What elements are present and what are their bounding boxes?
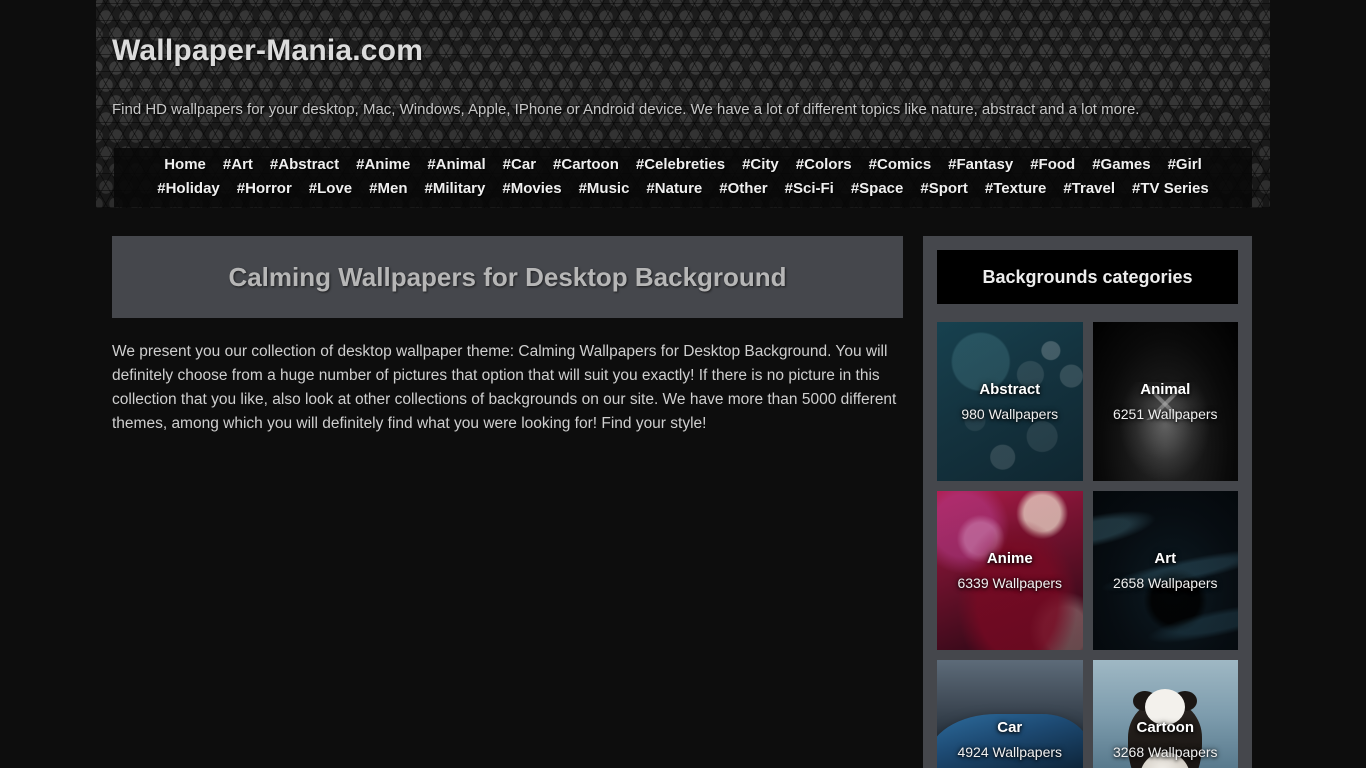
category-wallpaper-count: 2658 Wallpapers [1112,575,1218,591]
category-thumbnail-anime [937,491,1083,650]
nav-link-nature[interactable]: #Nature [646,177,702,201]
nav-link-sport[interactable]: #Sport [920,177,968,201]
category-card[interactable]: Animal 6251 Wallpapers [1092,322,1238,481]
category-name: Anime [986,550,1033,567]
nav-link-military[interactable]: #Military [425,177,486,201]
category-wallpaper-count: 980 Wallpapers [961,406,1059,422]
site-title[interactable]: Wallpaper-Mania.com [112,34,423,68]
nav-link-space[interactable]: #Space [851,177,904,201]
nav-link-horror[interactable]: #Horror [237,177,292,201]
category-thumbnail-abstract [937,322,1083,481]
nav-link-fantasy[interactable]: #Fantasy [948,153,1013,177]
nav-link-music[interactable]: #Music [579,177,630,201]
nav-link-colors[interactable]: #Colors [796,153,852,177]
nav-link-city[interactable]: #City [742,153,779,177]
sidebar-header: Backgrounds categories [937,250,1238,304]
nav-link-car[interactable]: #Car [503,153,536,177]
category-wallpaper-count: 3268 Wallpapers [1112,744,1218,760]
main-content: Calming Wallpapers for Desktop Backgroun… [112,236,903,436]
nav-link-games[interactable]: #Games [1092,153,1150,177]
nav-link-girl[interactable]: #Girl [1168,153,1202,177]
category-wallpaper-count: 6339 Wallpapers [957,575,1063,591]
nav-link-holiday[interactable]: #Holiday [157,177,220,201]
category-card[interactable]: Anime 6339 Wallpapers [937,491,1083,650]
category-name: Cartoon [1136,719,1195,736]
category-wallpaper-count: 6251 Wallpapers [1112,406,1218,422]
nav-link-home[interactable]: Home [164,153,206,177]
collection-description: We present you our collection of desktop… [112,343,897,432]
nav-link-love[interactable]: #Love [309,177,352,201]
nav-link-travel[interactable]: #Travel [1063,177,1115,201]
nav-link-abstract[interactable]: #Abstract [270,153,339,177]
category-name: Car [997,719,1023,736]
sidebar-categories-panel: Backgrounds categories Abstract 980 Wallp… [923,236,1252,768]
main-navigation: Home #Art #Abstract #Anime #Animal #Car #Carto… [114,148,1252,207]
nav-link-men[interactable]: #Men [369,177,407,201]
category-name: Art [1154,550,1177,567]
nav-link-anime[interactable]: #Anime [356,153,410,177]
page-root: Wallpaper-Mania.com Find HD wallpapers f… [0,0,1366,768]
category-name: Animal [1140,381,1191,398]
nav-link-texture[interactable]: #Texture [985,177,1046,201]
nav-link-celebreties[interactable]: #Celebreties [636,153,725,177]
category-thumbnail-art [1092,491,1238,650]
nav-link-tv-series[interactable]: #TV Series [1132,177,1209,201]
category-wallpaper-count: 4924 Wallpapers [957,744,1063,760]
nav-link-movies[interactable]: #Movies [502,177,561,201]
nav-link-food[interactable]: #Food [1030,153,1075,177]
nav-link-other[interactable]: #Other [719,177,767,201]
nav-link-sci-fi[interactable]: #Sci-Fi [785,177,834,201]
nav-link-art[interactable]: #Art [223,153,253,177]
sidebar-title: Backgrounds categories [982,266,1193,287]
nav-link-cartoon[interactable]: #Cartoon [553,153,619,177]
category-card-grid: Abstract 980 Wallpapers Animal 6251 Wallpap… [937,322,1238,768]
nav-link-comics[interactable]: #Comics [869,153,932,177]
category-card[interactable]: Abstract 980 Wallpapers [937,322,1083,481]
category-card[interactable]: Car 4924 Wallpapers [937,660,1083,768]
category-card[interactable]: Cartoon 3268 Wallpapers [1092,660,1238,768]
page-title: Calming Wallpapers for Desktop Backgroun… [228,261,787,292]
nav-link-animal[interactable]: #Animal [427,153,485,177]
nav-row-primary: Home #Art #Abstract #Anime #Animal #Car #Carto… [114,153,1252,177]
page-title-banner: Calming Wallpapers for Desktop Backgroun… [112,236,903,318]
nav-row-secondary: #Holiday #Horror #Love #Men #Military #Movies… [114,177,1252,201]
category-thumbnail-animal [1092,322,1238,481]
category-name: Abstract [979,381,1041,398]
category-card[interactable]: Art 2658 Wallpapers [1092,491,1238,650]
site-header: Wallpaper-Mania.com Find HD wallpapers f… [96,0,1270,208]
site-tagline: Find HD wallpapers for your desktop, Mac… [112,101,1140,118]
